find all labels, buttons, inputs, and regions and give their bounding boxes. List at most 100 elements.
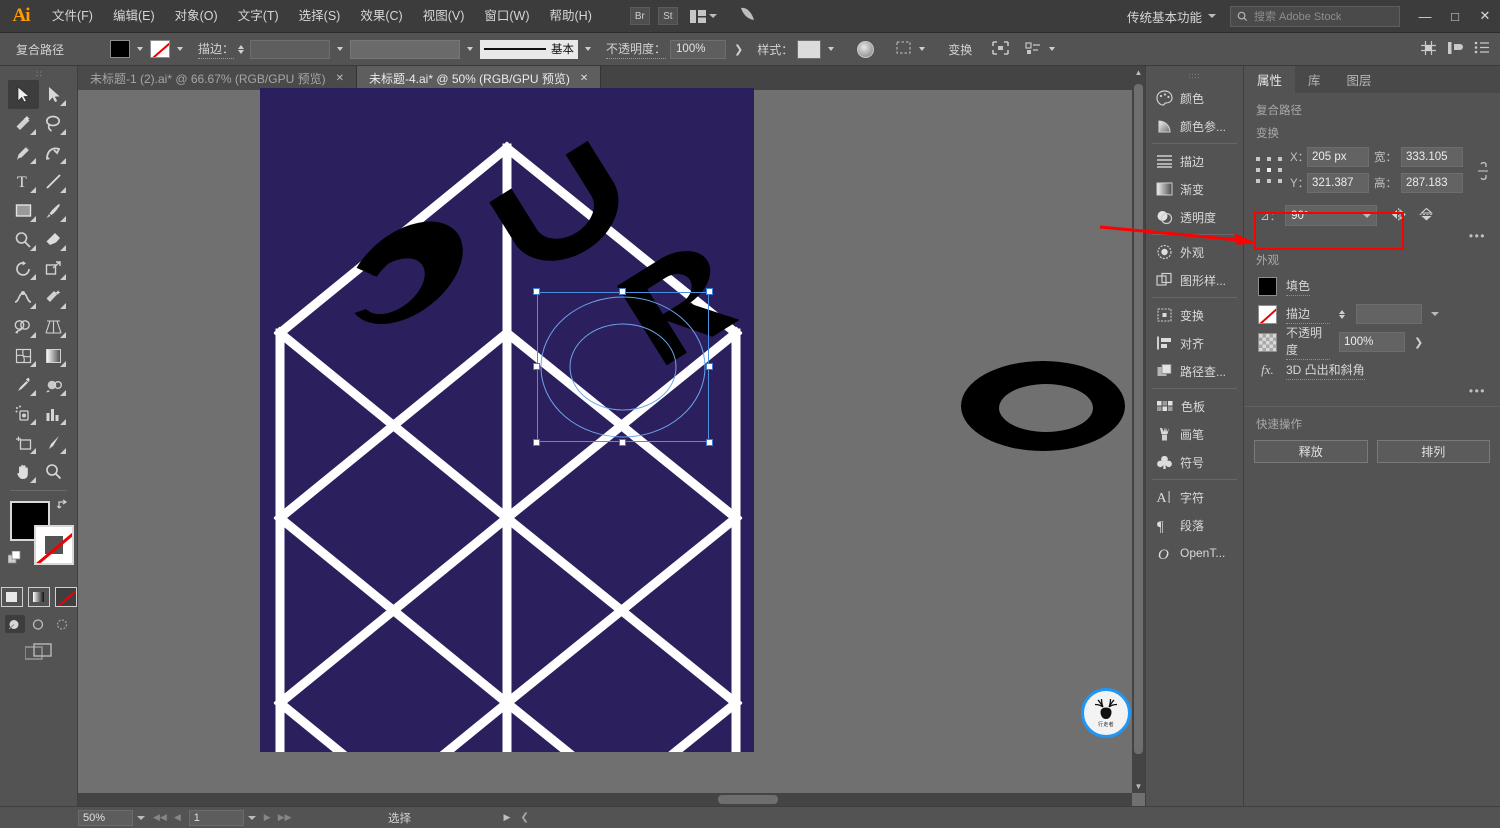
selection-handle-bc[interactable]	[619, 439, 626, 446]
document-tab-2[interactable]: 未标题-4.ai* @ 50% (RGB/GPU 预览) ✕	[356, 66, 602, 90]
release-button[interactable]: 释放	[1254, 440, 1368, 463]
menu-view[interactable]: 视图(V)	[413, 0, 475, 33]
transform-button[interactable]: 变换	[948, 41, 972, 58]
selection-handle-tr[interactable]	[706, 288, 713, 295]
selection-handle-tl[interactable]	[533, 288, 540, 295]
canvas-area[interactable]: 未标题-1 (2).ai* @ 66.67% (RGB/GPU 预览) ✕ 未标…	[78, 66, 1145, 806]
dock-item-color-guide[interactable]: 颜色参...	[1146, 112, 1243, 140]
reference-point-widget[interactable]	[1256, 157, 1282, 183]
transform-h-input[interactable]: 287.183	[1401, 173, 1463, 193]
perspective-grid-tool[interactable]	[39, 312, 70, 341]
tab-properties[interactable]: 属性	[1244, 66, 1296, 93]
menu-file[interactable]: 文件(F)	[42, 0, 103, 33]
dock-item-character[interactable]: A 字符	[1146, 483, 1243, 511]
appearance-stroke-swatch[interactable]	[1258, 304, 1277, 324]
dock-item-pathfinder[interactable]: 路径查...	[1146, 357, 1243, 385]
distribute-icon[interactable]	[1447, 40, 1464, 59]
document-tab-1[interactable]: 未标题-1 (2).ai* @ 66.67% (RGB/GPU 预览) ✕	[78, 66, 357, 90]
gradient-tool[interactable]	[39, 341, 70, 370]
width-tool[interactable]	[8, 283, 39, 312]
dock-item-brushes[interactable]: 画笔	[1146, 420, 1243, 448]
tab-layers[interactable]: 图层	[1334, 66, 1385, 93]
slice-tool[interactable]	[39, 428, 70, 457]
dock-item-appearance[interactable]: 外观	[1146, 238, 1243, 266]
selection-bounding-box[interactable]	[533, 288, 713, 446]
rectangle-tool[interactable]	[8, 196, 39, 225]
stroke-color-swatch[interactable]	[150, 40, 170, 58]
dock-item-stroke[interactable]: 描边	[1146, 147, 1243, 175]
menu-object[interactable]: 对象(O)	[165, 0, 228, 33]
free-transform-tool[interactable]	[39, 283, 70, 312]
default-fill-stroke-icon[interactable]	[7, 550, 23, 569]
angle-chevron-down-icon[interactable]	[1363, 213, 1372, 218]
stock-search-input[interactable]: 搜索 Adobe Stock	[1230, 5, 1400, 27]
selection-tool[interactable]	[8, 80, 39, 109]
menu-select[interactable]: 选择(S)	[289, 0, 351, 33]
selection-handle-tc[interactable]	[619, 288, 626, 295]
artboard-number-field[interactable]: 1	[188, 809, 244, 826]
window-maximize-button[interactable]: □	[1440, 0, 1470, 33]
draw-normal-button[interactable]	[4, 615, 25, 633]
selection-handle-ml[interactable]	[533, 363, 540, 370]
previous-artboard-icon[interactable]: ◀	[174, 812, 181, 823]
appearance-more-options-icon[interactable]: •••	[1469, 384, 1486, 398]
paintbrush-tool[interactable]	[39, 196, 70, 225]
edit-toolbar-icon[interactable]	[1025, 41, 1042, 58]
toolbar-stroke-swatch[interactable]	[34, 525, 74, 565]
stroke-weight-stepper[interactable]	[238, 44, 245, 54]
hand-tool[interactable]	[8, 457, 39, 486]
rotation-angle-input[interactable]: 90°	[1285, 205, 1378, 226]
dock-item-symbols[interactable]: 符号	[1146, 448, 1243, 476]
brush-chevron-down-icon[interactable]	[585, 47, 592, 51]
appearance-stroke-stepper[interactable]	[1339, 309, 1345, 319]
transform-more-options-icon[interactable]: •••	[1469, 229, 1486, 243]
style-swatch[interactable]	[797, 39, 822, 59]
appearance-stroke-weight-input[interactable]	[1356, 304, 1422, 324]
fx-icon[interactable]: fx.	[1258, 362, 1277, 378]
screen-mode-button[interactable]	[0, 643, 77, 661]
blend-tool[interactable]	[39, 370, 70, 399]
transform-x-input[interactable]: 205 px	[1307, 147, 1369, 167]
appearance-effect-label[interactable]: 3D 凸出和斜角	[1286, 361, 1365, 380]
stroke-weight-chevron-down-icon[interactable]	[337, 47, 344, 51]
dock-item-color[interactable]: 颜色	[1146, 84, 1243, 112]
color-mode-gradient-button[interactable]	[27, 587, 50, 607]
tab-libraries[interactable]: 库	[1295, 66, 1334, 93]
swap-fill-stroke-icon[interactable]	[57, 499, 71, 514]
dock-item-transform[interactable]: 变换	[1146, 301, 1243, 329]
selection-handle-bl[interactable]	[533, 439, 540, 446]
dock-item-align[interactable]: 对齐	[1146, 329, 1243, 357]
horizontal-scrollbar[interactable]	[78, 793, 1132, 806]
last-artboard-icon[interactable]: ▶▶	[278, 812, 292, 823]
direct-selection-tool[interactable]	[39, 80, 70, 109]
document-tab-2-close-icon[interactable]: ✕	[580, 73, 588, 84]
color-mode-solid-button[interactable]	[0, 587, 23, 607]
dock-item-opentype[interactable]: O OpenT...	[1146, 539, 1243, 567]
stock-icon[interactable]: St	[657, 7, 678, 25]
zoom-level-field[interactable]: 50%	[78, 809, 133, 826]
opacity-field[interactable]: 100%	[670, 39, 727, 59]
fill-color-swatch[interactable]	[110, 40, 130, 58]
mesh-tool[interactable]	[8, 341, 39, 370]
color-mode-none-button[interactable]	[54, 587, 77, 607]
link-broken-icon[interactable]	[1476, 161, 1490, 184]
scroll-up-icon[interactable]: ▲	[1132, 66, 1145, 79]
recolor-artwork-icon[interactable]	[857, 40, 875, 58]
symbol-sprayer-tool[interactable]	[8, 399, 39, 428]
status-menu-icon[interactable]: ❮	[520, 812, 528, 823]
panel-menu-icon[interactable]	[1474, 41, 1490, 57]
stroke-profile-dropdown[interactable]	[350, 39, 461, 59]
stroke-weight-field[interactable]	[250, 39, 331, 59]
align-icon[interactable]	[1420, 40, 1437, 59]
dock-item-graphic-styles[interactable]: 图形样...	[1146, 266, 1243, 294]
type-tool[interactable]: T	[8, 167, 39, 196]
appearance-fill-swatch[interactable]	[1258, 276, 1277, 296]
appearance-opacity-swatch[interactable]	[1258, 332, 1277, 352]
artboard[interactable]	[260, 88, 754, 752]
bridge-icon[interactable]: Br	[629, 7, 650, 25]
artboard-chevron-down-icon[interactable]	[247, 815, 256, 820]
more-options-chevron-icon[interactable]	[1049, 47, 1056, 51]
scale-tool[interactable]	[39, 254, 70, 283]
rotate-tool[interactable]	[8, 254, 39, 283]
vertical-scrollbar[interactable]: ▲ ▼	[1132, 66, 1145, 793]
